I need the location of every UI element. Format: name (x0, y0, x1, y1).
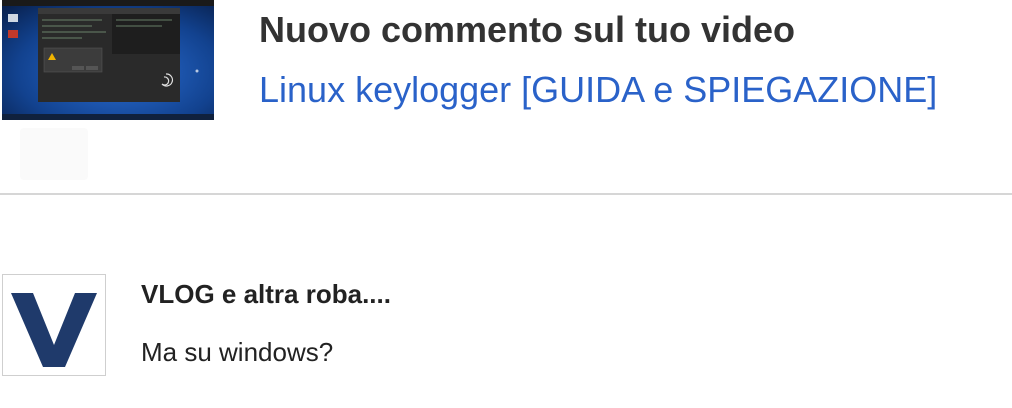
video-thumbnail[interactable] (2, 0, 214, 120)
video-thumbnail-image (2, 0, 214, 120)
notification-heading: Nuovo commento sul tuo video (259, 9, 796, 50)
video-title-link[interactable]: Linux keylogger [GUIDA e SPIEGAZIONE] (259, 68, 937, 112)
placeholder-icon (20, 128, 88, 180)
comment-text: Ma su windows? (141, 337, 334, 367)
channel-avatar-v-logo (11, 293, 97, 367)
commenter-avatar[interactable] (2, 274, 106, 376)
comment-author[interactable]: VLOG e altra roba.... (141, 278, 391, 310)
section-divider (0, 193, 1012, 195)
